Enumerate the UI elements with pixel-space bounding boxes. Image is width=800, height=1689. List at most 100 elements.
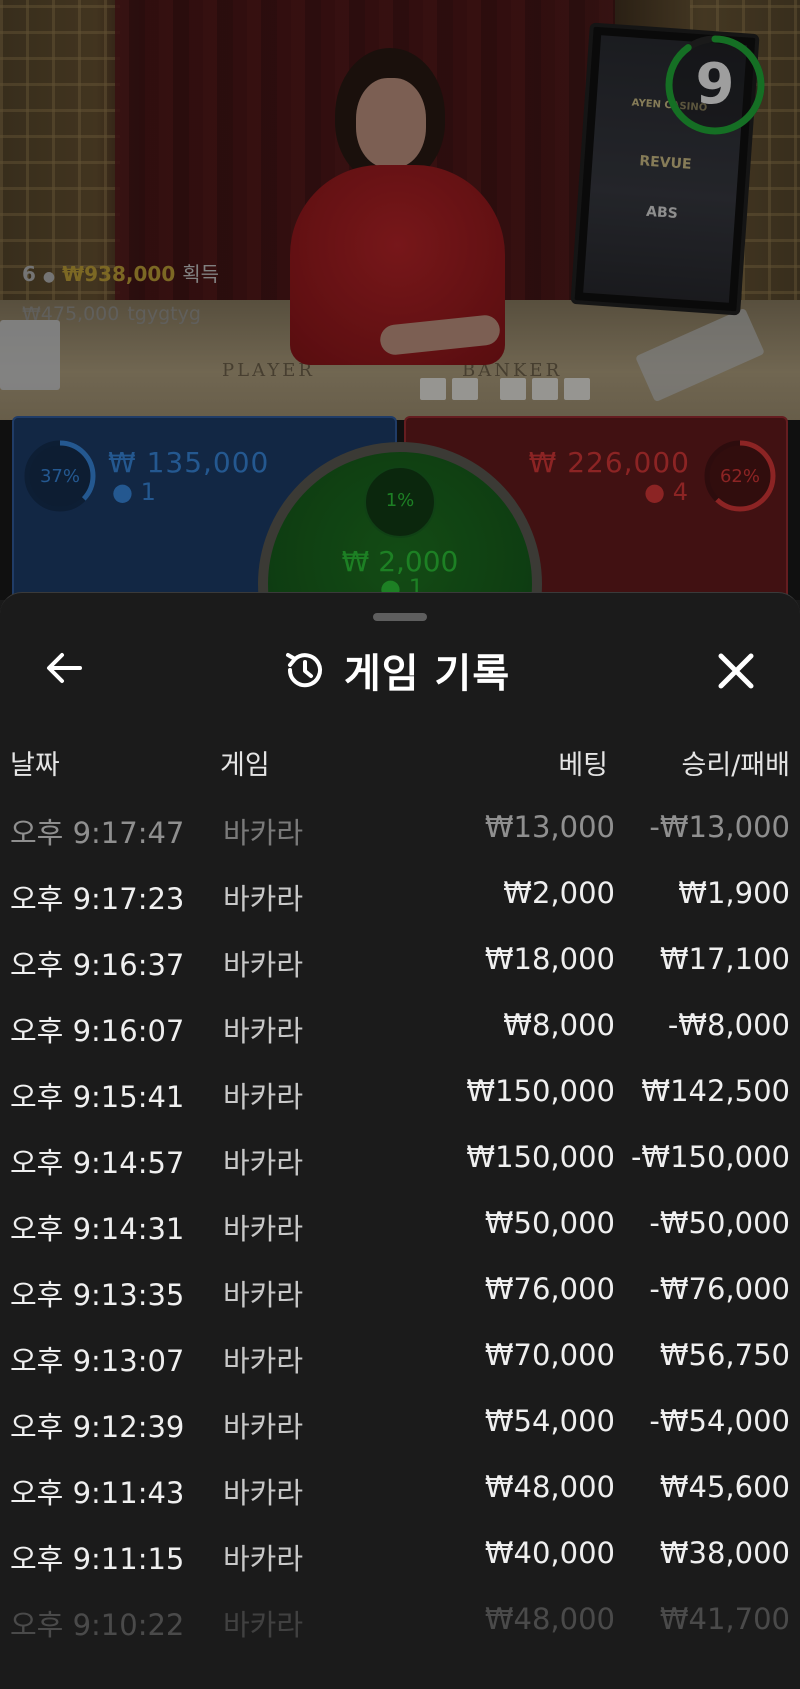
- user-icon: ●: [644, 478, 666, 506]
- banker-bettor-count: ● 4: [644, 478, 688, 506]
- row-result: ₩142,500: [641, 1074, 790, 1108]
- row-bet: ₩70,000: [484, 1338, 615, 1372]
- row-time: 오후 9:17:23: [10, 882, 185, 916]
- table-row[interactable]: 오후 9:14:57 바카라 ₩150,000 -₩150,000: [0, 1128, 800, 1194]
- row-time: 오후 9:10:22: [10, 1608, 185, 1642]
- row-time: 오후 9:12:39: [10, 1410, 185, 1444]
- last-winner: ₩475,000 tgygtyg: [22, 303, 201, 325]
- row-result: ₩1,900: [678, 876, 790, 910]
- row-result: -₩150,000: [630, 1140, 790, 1174]
- user-icon: ●: [42, 269, 56, 285]
- row-bet: ₩150,000: [466, 1140, 615, 1174]
- table-row[interactable]: 오후 9:15:41 바카라 ₩150,000 ₩142,500: [0, 1062, 800, 1128]
- banker-bettor-count-value: 4: [672, 478, 688, 506]
- history-icon: [286, 653, 322, 688]
- row-time: 오후 9:13:07: [10, 1344, 185, 1378]
- row-result: -₩50,000: [649, 1206, 790, 1240]
- row-bet: ₩54,000: [484, 1404, 615, 1438]
- row-result: ₩45,600: [659, 1470, 790, 1504]
- table-row[interactable]: 오후 9:13:35 바카라 ₩76,000 -₩76,000: [0, 1260, 800, 1326]
- row-time: 오후 9:11:15: [10, 1542, 185, 1576]
- table-row[interactable]: 오후 9:13:07 바카라 ₩70,000 ₩56,750: [0, 1326, 800, 1392]
- arrow-left-icon[interactable]: [40, 643, 90, 693]
- playing-card: [532, 378, 558, 400]
- table-row[interactable]: 오후 9:12:39 바카라 ₩54,000 -₩54,000: [0, 1392, 800, 1458]
- row-game: 바카라: [223, 1278, 304, 1312]
- table-row[interactable]: 오후 9:10:22 바카라 ₩48,000 ₩41,700: [0, 1590, 800, 1656]
- row-game: 바카라: [223, 1080, 304, 1114]
- row-game: 바카라: [223, 1410, 304, 1444]
- playing-card: [420, 378, 446, 400]
- row-result: -₩8,000: [667, 1008, 790, 1042]
- row-result: -₩54,000: [649, 1404, 790, 1438]
- row-bet: ₩48,000: [484, 1602, 615, 1636]
- row-time: 오후 9:13:35: [10, 1278, 185, 1312]
- table-row[interactable]: 오후 9:16:07 바카라 ₩8,000 -₩8,000: [0, 996, 800, 1062]
- row-bet: ₩13,000: [484, 810, 615, 844]
- table-row[interactable]: 오후 9:11:43 바카라 ₩48,000 ₩45,600: [0, 1458, 800, 1524]
- row-time: 오후 9:17:47: [10, 816, 185, 850]
- row-time: 오후 9:14:57: [10, 1146, 185, 1180]
- row-bet: ₩18,000: [484, 942, 615, 976]
- row-time: 오후 9:15:41: [10, 1080, 185, 1114]
- column-header-bet: 베팅: [558, 750, 608, 781]
- player-bettor-count: ● 1: [112, 478, 156, 506]
- row-game: 바카라: [223, 882, 304, 916]
- row-game: 바카라: [223, 948, 304, 982]
- winners-count: 6: [22, 262, 36, 286]
- row-result: ₩41,700: [659, 1602, 790, 1636]
- playing-card: [564, 378, 590, 400]
- row-time: 오후 9:14:31: [10, 1212, 185, 1246]
- row-result: ₩38,000: [659, 1536, 790, 1570]
- banker-bet-amount: ₩ 226,000: [528, 446, 690, 479]
- row-bet: ₩48,000: [484, 1470, 615, 1504]
- live-video: PLAYER BANKER AYEN CASINO REVUE ABS 9 6 …: [0, 0, 800, 420]
- close-icon[interactable]: [708, 643, 764, 699]
- player-percent: 37%: [39, 466, 80, 487]
- table-row[interactable]: 오후 9:11:15 바카라 ₩40,000 ₩38,000: [0, 1524, 800, 1590]
- row-game: 바카라: [223, 816, 304, 850]
- row-result: -₩76,000: [649, 1272, 790, 1306]
- row-bet: ₩50,000: [484, 1206, 615, 1240]
- winners-amount: ₩938,000: [62, 262, 176, 286]
- row-bet: ₩150,000: [466, 1074, 615, 1108]
- row-bet: ₩8,000: [503, 1008, 615, 1042]
- game-history-sheet: 게임 기록 날짜 게임 베팅 승리/패배 오후 9:17:47 바카라 ₩13,…: [0, 592, 800, 1689]
- row-bet: ₩40,000: [484, 1536, 615, 1570]
- row-time: 오후 9:11:43: [10, 1476, 185, 1510]
- table-row[interactable]: 오후 9:17:47 바카라 ₩13,000 -₩13,000: [0, 798, 800, 864]
- tie-percent: 1%: [385, 490, 415, 511]
- sheet-title: 게임 기록: [344, 651, 511, 697]
- last-winner-amount: ₩475,000: [22, 303, 120, 325]
- history-list[interactable]: 오후 9:17:47 바카라 ₩13,000 -₩13,000 오후 9:17:…: [0, 798, 800, 1656]
- row-game: 바카라: [223, 1014, 304, 1048]
- drag-handle[interactable]: [373, 613, 427, 621]
- row-game: 바카라: [223, 1476, 304, 1510]
- row-game: 바카라: [223, 1146, 304, 1180]
- last-winner-name: tgygtyg: [127, 303, 201, 325]
- sheet-header: 게임 기록: [282, 635, 510, 705]
- sponsor-logo-2: REVUE: [638, 153, 692, 173]
- playing-card: [500, 378, 526, 400]
- table-row[interactable]: 오후 9:16:37 바카라 ₩18,000 ₩17,100: [0, 930, 800, 996]
- row-result: -₩13,000: [649, 810, 790, 844]
- column-header-result: 승리/패배: [681, 750, 790, 781]
- winners-suffix: 획득: [182, 262, 220, 286]
- row-result: ₩17,100: [659, 942, 790, 976]
- winners-summary: 6 ● ₩938,000 획득: [22, 258, 219, 287]
- player-bettor-count-value: 1: [140, 478, 156, 506]
- card-stack: [0, 320, 60, 390]
- user-icon: ●: [112, 478, 133, 506]
- table-row[interactable]: 오후 9:17:23 바카라 ₩2,000 ₩1,900: [0, 864, 800, 930]
- table-row[interactable]: 오후 9:14:31 바카라 ₩50,000 -₩50,000: [0, 1194, 800, 1260]
- row-game: 바카라: [223, 1212, 304, 1246]
- row-result: ₩56,750: [659, 1338, 790, 1372]
- playing-card: [452, 378, 478, 400]
- column-header-game: 게임: [220, 750, 270, 781]
- countdown-number: 9: [695, 52, 735, 117]
- column-header-date: 날짜: [10, 750, 60, 781]
- row-game: 바카라: [223, 1608, 304, 1642]
- row-game: 바카라: [223, 1344, 304, 1378]
- row-bet: ₩76,000: [484, 1272, 615, 1306]
- banker-percent: 62%: [719, 466, 760, 487]
